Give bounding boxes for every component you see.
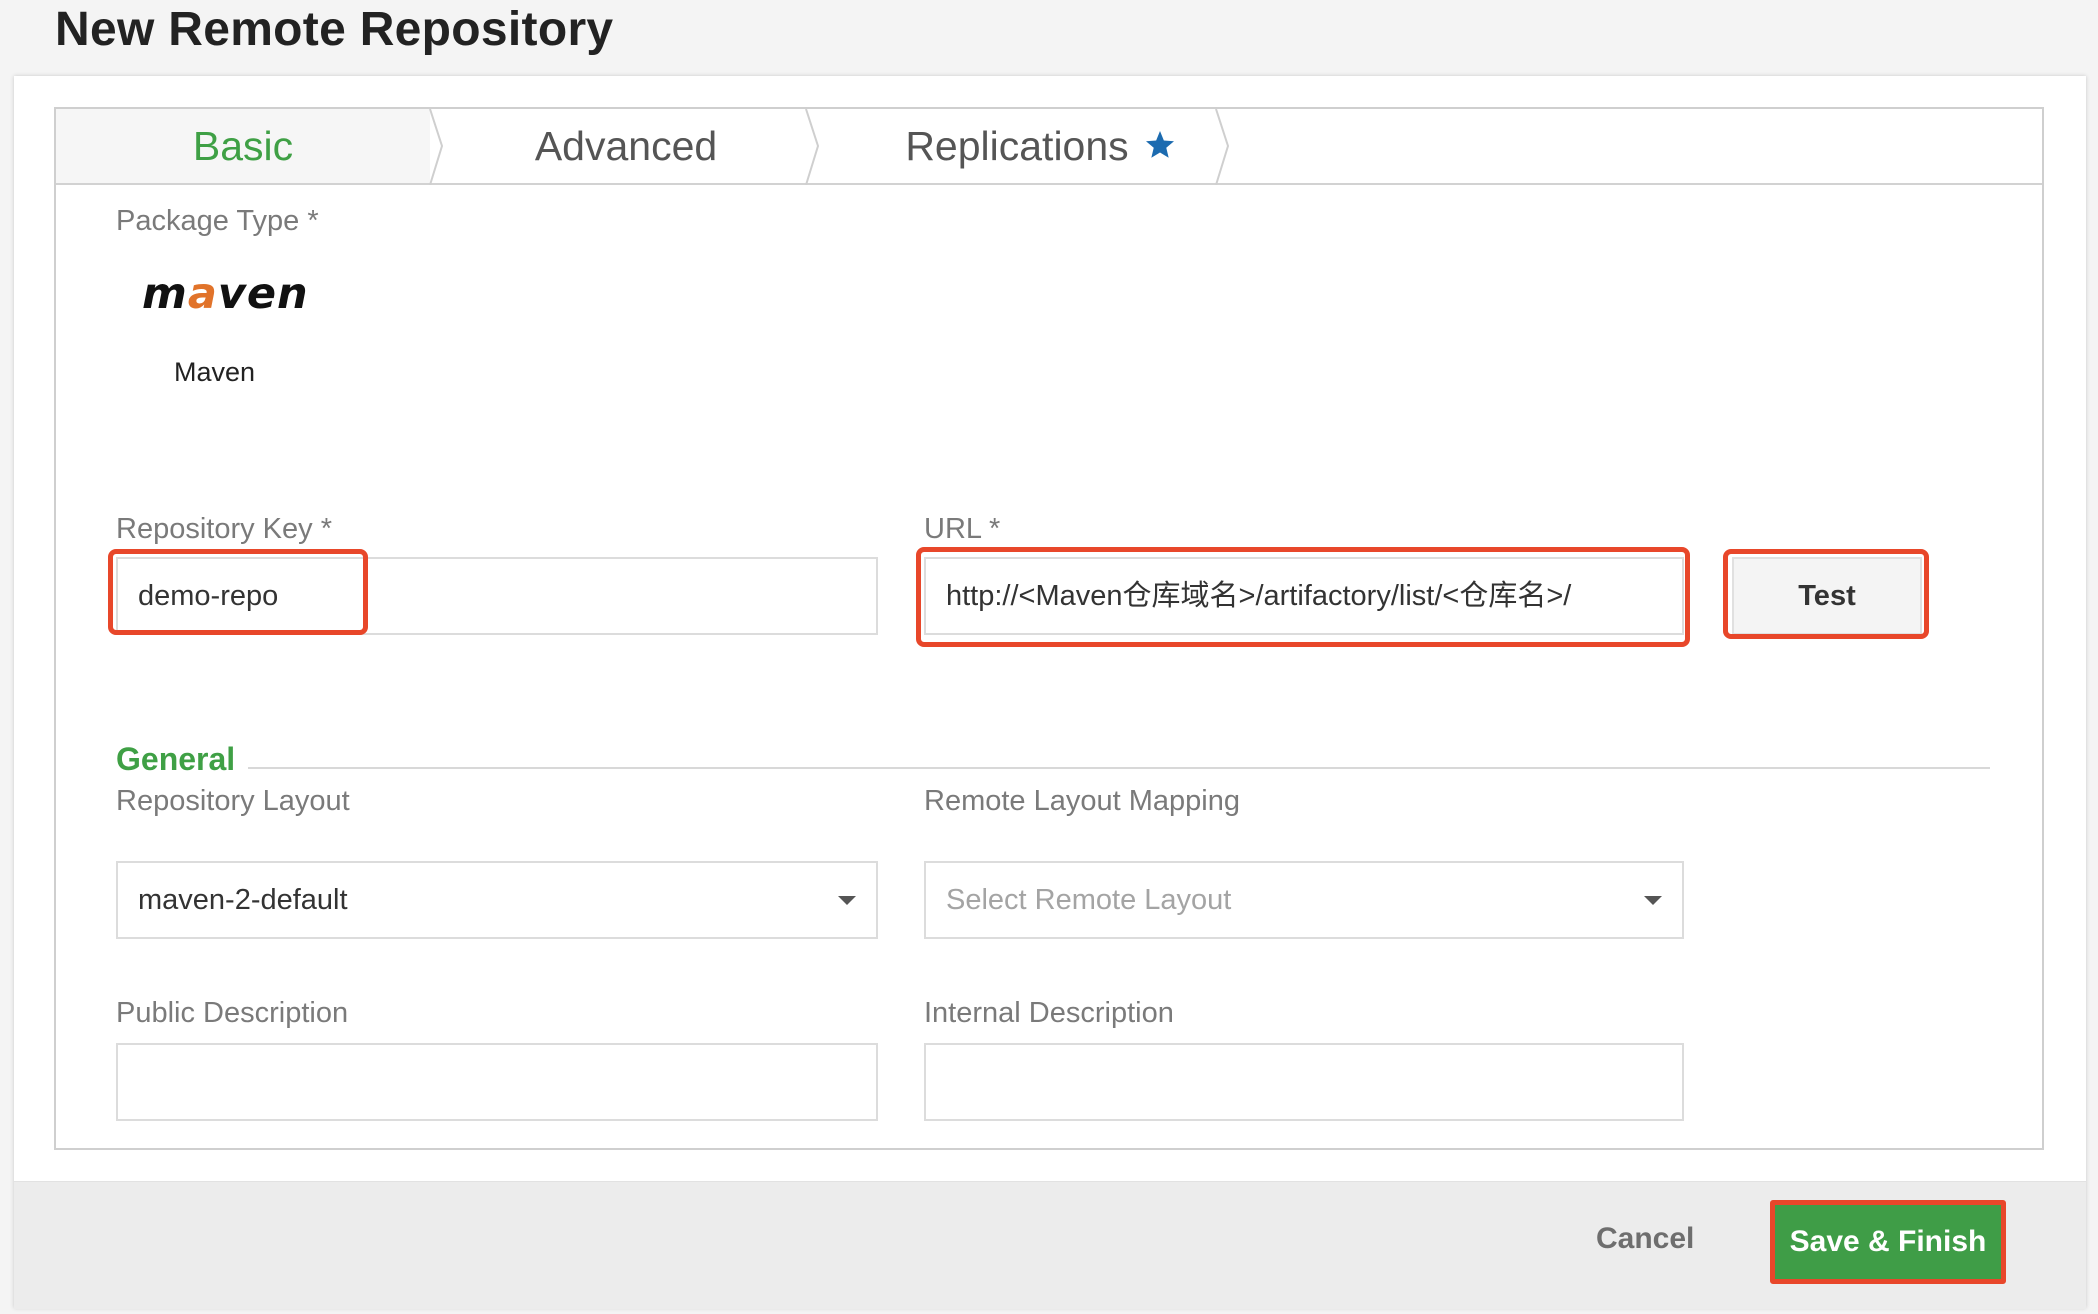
maven-logo: maven (142, 269, 309, 319)
public-description-input[interactable] (116, 1043, 878, 1121)
tab-basic[interactable]: Basic (56, 109, 430, 183)
package-type-maven[interactable]: maven Maven (116, 249, 308, 409)
repository-key-label: Repository Key * (116, 513, 332, 545)
save-finish-button[interactable]: Save & Finish (1774, 1204, 2002, 1280)
test-button[interactable]: Test (1732, 557, 1922, 635)
cancel-button[interactable]: Cancel (1596, 1222, 1694, 1256)
wizard-container: Basic Advanced Replications Package Type (54, 107, 2044, 1150)
save-finish-label: Save & Finish (1789, 1225, 1987, 1258)
form-footer: Cancel Save & Finish (14, 1181, 2086, 1309)
chevron-down-icon (838, 896, 856, 905)
remote-layout-mapping-placeholder: Select Remote Layout (946, 884, 1232, 916)
url-label: URL * (924, 513, 1001, 545)
repository-layout-label: Repository Layout (116, 785, 350, 817)
public-description-label: Public Description (116, 997, 349, 1029)
star-icon (1146, 131, 1174, 158)
url-input[interactable]: http://<Maven仓库域名>/artifactory/list/<仓库名… (924, 557, 1684, 635)
wizard-tabs: Basic Advanced Replications (56, 109, 2042, 185)
repository-layout-value: maven-2-default (138, 884, 348, 916)
repository-key-input[interactable]: demo-repo (116, 557, 878, 635)
repository-layout-select[interactable]: maven-2-default (116, 861, 878, 939)
general-section-divider (248, 767, 1990, 769)
remote-layout-mapping-select[interactable]: Select Remote Layout (924, 861, 1684, 939)
package-type-label: Package Type * (116, 205, 319, 237)
page-title: New Remote Repository (55, 3, 614, 56)
repository-form-panel: Basic Advanced Replications Package Type (14, 76, 2086, 1309)
internal-description-input[interactable] (924, 1043, 1684, 1121)
tab-advanced-label: Advanced (534, 123, 718, 169)
tab-replications-label: Replications (905, 123, 1129, 169)
test-button-label: Test (1798, 580, 1856, 612)
chevron-down-icon (1644, 896, 1662, 905)
remote-layout-mapping-label: Remote Layout Mapping (924, 785, 1240, 817)
tab-advanced[interactable]: Advanced (444, 109, 808, 183)
internal-description-label: Internal Description (924, 997, 1174, 1029)
tab-basic-label: Basic (192, 123, 294, 169)
tab-separator-icon (1215, 109, 1230, 185)
package-type-name: Maven (174, 357, 256, 387)
general-section-title: General (116, 741, 236, 777)
